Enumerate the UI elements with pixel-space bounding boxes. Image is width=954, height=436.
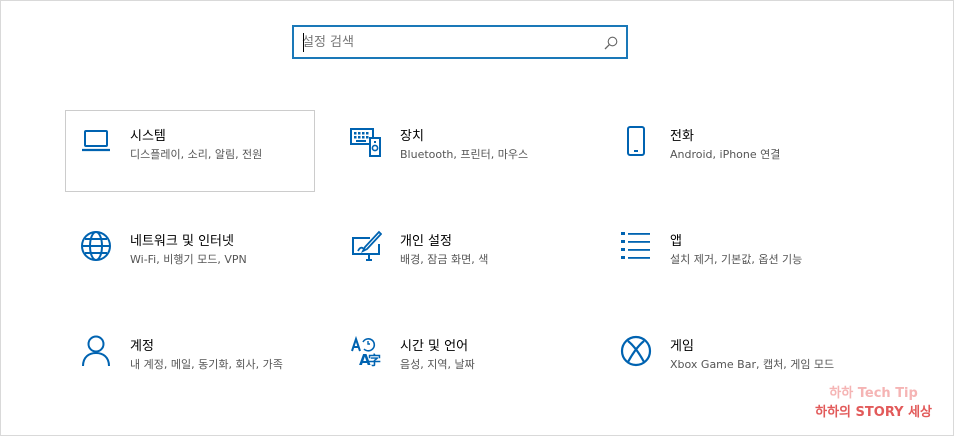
tile-title: 게임	[670, 339, 694, 354]
keyboard-device-icon	[350, 128, 381, 157]
tile-title: 네트워크 및 인터넷	[130, 234, 234, 249]
tile-apps[interactable]: 앱 설치 제거, 기본값, 옵션 기능	[605, 215, 855, 297]
tile-description: 디스플레이, 소리, 알림, 전원	[130, 148, 263, 161]
tile-network[interactable]: 네트워크 및 인터넷 Wi-Fi, 비행기 모드, VPN	[65, 215, 315, 297]
tile-title: 시간 및 언어	[400, 339, 469, 354]
tile-title: 시스템	[130, 129, 166, 144]
tile-title: 개인 설정	[400, 234, 452, 249]
tile-description: Xbox Game Bar, 캡처, 게임 모드	[670, 358, 835, 371]
tile-title: 앱	[670, 234, 682, 249]
search-icon[interactable]	[603, 35, 619, 51]
tile-description: 설치 제거, 기본값, 옵션 기능	[670, 253, 803, 266]
tile-description: 음성, 지역, 날짜	[400, 358, 475, 371]
tile-accounts[interactable]: 계정 내 계정, 메일, 동기화, 회사, 가족	[65, 320, 315, 402]
person-icon	[82, 335, 110, 367]
tile-time-language[interactable]: A 字 시간 및 언어 음성, 지역, 날짜	[335, 320, 585, 402]
tile-description: 배경, 잠금 화면, 색	[400, 253, 489, 266]
tile-system[interactable]: 시스템 디스플레이, 소리, 알림, 전원	[65, 110, 315, 192]
svg-text:字: 字	[368, 353, 381, 367]
tile-devices[interactable]: 장치 Bluetooth, 프린터, 마우스	[335, 110, 585, 192]
watermark: 하하 Tech Tip 하하의 STORY 세상	[815, 384, 932, 422]
tile-description: Bluetooth, 프린터, 마우스	[400, 148, 529, 161]
watermark-line: 하하 Tech Tip	[829, 386, 918, 401]
tile-description: Android, iPhone 연결	[670, 148, 781, 161]
phone-icon	[627, 126, 645, 156]
laptop-icon	[82, 130, 110, 152]
watermark-line: 하하의 STORY 세상	[815, 405, 932, 420]
app-list-icon	[621, 232, 650, 259]
paint-brush-icon	[352, 230, 382, 261]
tile-description: Wi-Fi, 비행기 모드, VPN	[130, 253, 247, 266]
tile-description: 내 계정, 메일, 동기화, 회사, 가족	[130, 358, 283, 371]
text-caret	[303, 33, 304, 52]
tile-title: 전화	[670, 129, 694, 144]
tile-phone[interactable]: 전화 Android, iPhone 연결	[605, 110, 855, 192]
search-input[interactable]	[302, 33, 592, 51]
globe-icon	[81, 231, 111, 261]
xbox-icon	[620, 335, 652, 367]
tile-title: 장치	[400, 129, 424, 144]
search-box[interactable]	[292, 25, 628, 59]
tile-personalization[interactable]: 개인 설정 배경, 잠금 화면, 색	[335, 215, 585, 297]
time-language-icon: A 字	[351, 335, 381, 367]
tile-title: 계정	[130, 339, 154, 354]
